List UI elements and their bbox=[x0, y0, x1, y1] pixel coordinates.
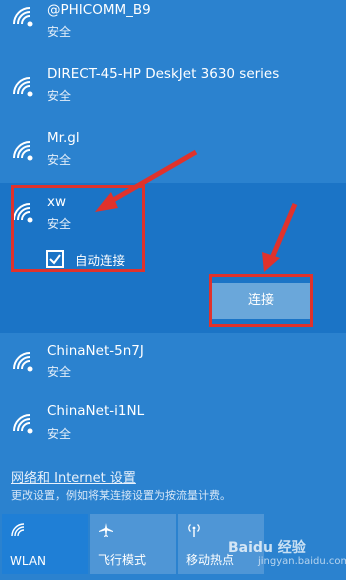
baidu-jingyan-watermark: Baidu 经验 bbox=[228, 540, 306, 556]
network-security: 安全 bbox=[47, 365, 72, 379]
network-ssid: Mr.gl bbox=[47, 130, 80, 146]
network-item[interactable]: ChinaNet-i1NL 安全 bbox=[0, 393, 346, 457]
annotation-box-network bbox=[11, 185, 145, 272]
tile-label: 飞行模式 bbox=[98, 553, 147, 567]
network-item[interactable]: Mr.gl 安全 bbox=[0, 120, 346, 183]
network-ssid: ChinaNet-5n7J bbox=[47, 343, 144, 359]
network-item[interactable]: ChinaNet-5n7J 安全 bbox=[0, 333, 346, 393]
network-security: 安全 bbox=[47, 25, 72, 39]
network-security: 安全 bbox=[47, 89, 72, 103]
wifi-signal-icon bbox=[13, 77, 33, 97]
network-ssid: DIRECT-45-HP DeskJet 3630 series bbox=[47, 66, 280, 82]
hotspot-icon bbox=[188, 524, 200, 537]
network-ssid: @PHICOMM_B9 bbox=[47, 2, 151, 18]
wifi-icon bbox=[11, 523, 25, 537]
wifi-signal-icon bbox=[13, 141, 33, 161]
tile-label: WLAN bbox=[10, 554, 47, 568]
network-security: 安全 bbox=[47, 427, 72, 441]
tile-label: 移动热点 bbox=[186, 553, 235, 567]
network-item[interactable]: @PHICOMM_B9 安全 bbox=[0, 0, 346, 56]
wifi-signal-icon bbox=[13, 414, 33, 434]
network-security: 安全 bbox=[47, 153, 72, 167]
airplane-mode-tile[interactable]: 飞行模式 bbox=[90, 514, 176, 574]
network-item[interactable]: DIRECT-45-HP DeskJet 3630 series 安全 bbox=[0, 56, 346, 120]
wifi-signal-icon bbox=[13, 352, 33, 372]
wifi-signal-icon bbox=[13, 7, 33, 27]
network-ssid: ChinaNet-i1NL bbox=[47, 403, 145, 419]
annotation-box-connect bbox=[209, 274, 313, 327]
airplane-icon bbox=[99, 523, 113, 537]
watermark-url: jingyan.baidu.com bbox=[258, 556, 346, 567]
wlan-toggle-tile[interactable]: WLAN bbox=[2, 514, 88, 574]
network-settings-description: 更改设置，例如将某连接设置为按流量计费。 bbox=[11, 489, 231, 502]
network-settings-link[interactable]: 网络和 Internet 设置 bbox=[11, 467, 136, 486]
